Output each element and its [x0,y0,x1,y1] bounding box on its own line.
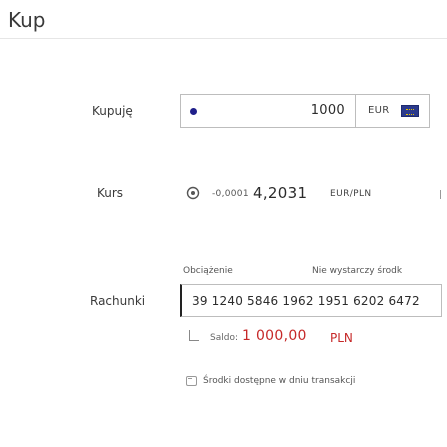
amount-value: 1000 [310,103,345,118]
rate-value: 4,2031 [253,184,308,202]
currency-code: EUR [368,105,390,116]
calendar-icon [186,376,197,386]
balance-value: 1 000,00 [242,328,307,344]
rate-change: -0,0001 [212,189,249,199]
funds-availability-info: Środki dostępne w dniu transakcji [203,376,356,386]
title-divider [0,38,447,39]
edge-mark [440,190,441,199]
insufficient-funds-warning: Nie wystarczy środk [312,266,403,276]
balance-currency: PLN [330,331,353,345]
currency-select[interactable]: EUR [356,95,429,127]
account-number: 39 1240 5846 1962 1951 6202 6472 [192,294,420,308]
amount-input[interactable]: 1000 [181,95,356,127]
rate-unit: EUR/PLN [330,189,372,199]
buy-box: 1000 EUR [180,94,430,128]
page-title: Kup [8,8,46,32]
refresh-icon[interactable] [186,186,200,200]
balance-label: Saldo: [210,333,238,343]
eu-flag-icon [401,105,419,117]
account-select[interactable]: 39 1240 5846 1962 1951 6202 6472 [180,284,442,317]
charge-label: Obciążenie [183,266,233,276]
accounts-label: Rachunki [90,294,146,308]
amount-dot-icon [190,108,197,115]
balance-corner-icon [189,330,199,341]
buy-label: Kupuję [92,104,133,118]
rate-label: Kurs [97,186,124,200]
